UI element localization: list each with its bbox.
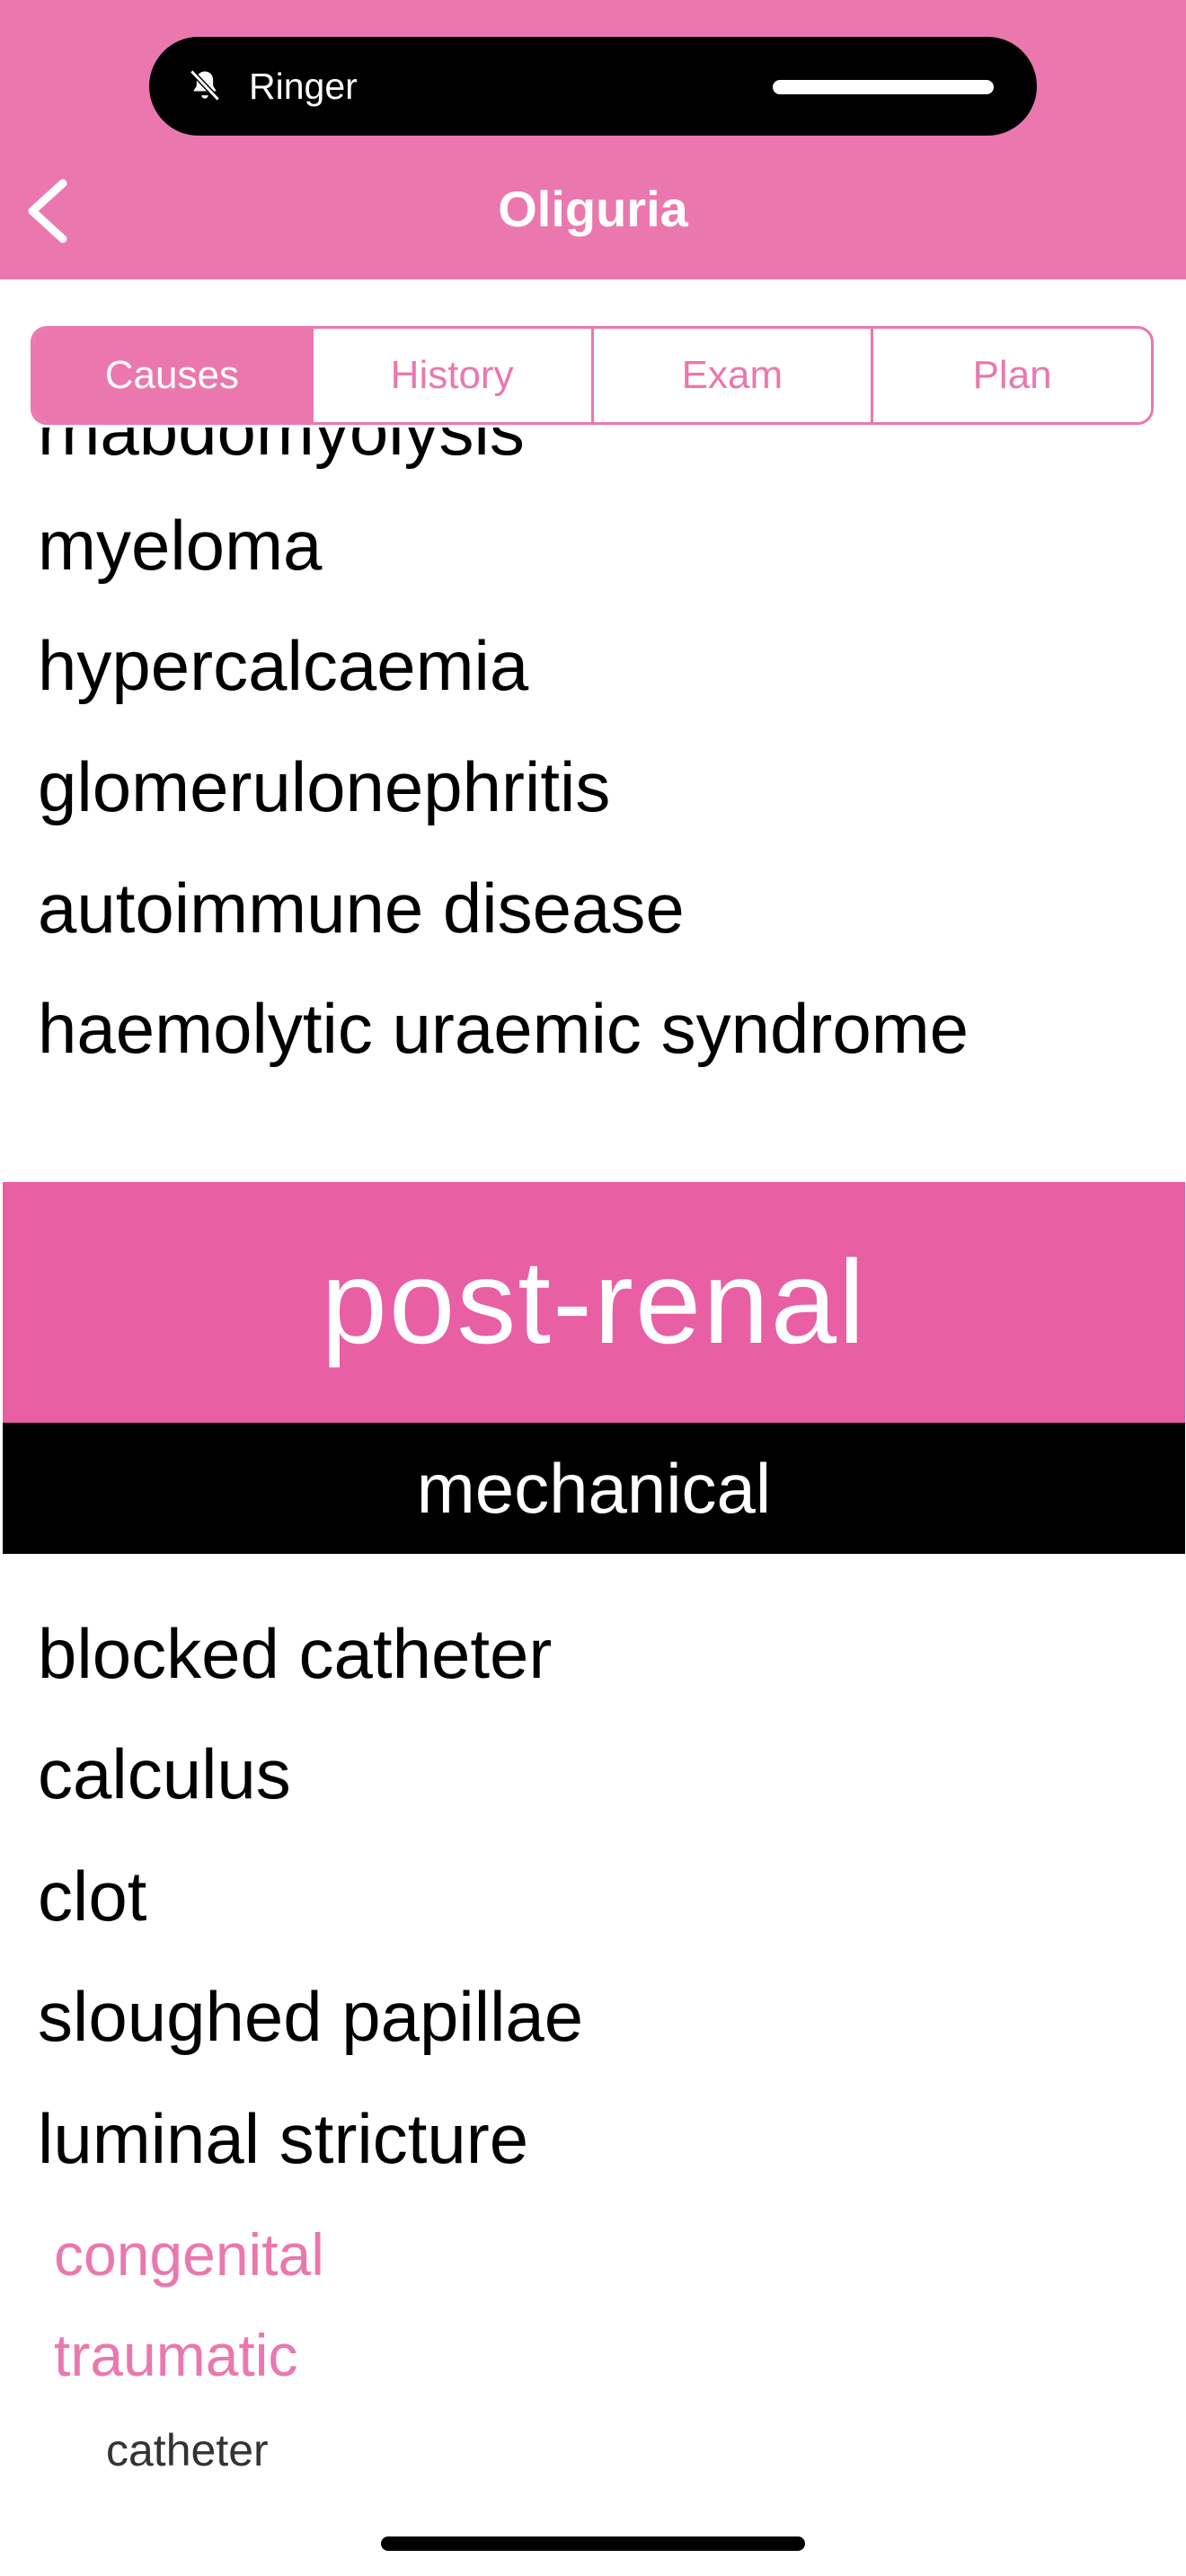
subsection-header-mechanical: mechanical [3, 1423, 1185, 1554]
list-item: autoimmune disease [38, 869, 685, 948]
section-title: post-renal [321, 1236, 867, 1368]
list-item: calculus [38, 1734, 291, 1813]
causes-list[interactable]: rhabdomyolysis myeloma hypercalcaemia gl… [0, 428, 1186, 2466]
list-item: luminal stricture [38, 2099, 529, 2178]
volume-bar [773, 80, 994, 94]
tab-history[interactable]: History [314, 329, 594, 422]
page-title: Oliguria [498, 181, 688, 237]
home-indicator[interactable] [381, 2536, 805, 2551]
list-item: blocked catheter [38, 1614, 553, 1693]
segmented-tabs: Causes History Exam Plan [31, 326, 1154, 425]
list-item: myeloma [38, 506, 323, 585]
bell-slash-icon [190, 69, 220, 101]
tab-plan[interactable]: Plan [873, 329, 1151, 422]
ringer-status-pill: Ringer [149, 37, 1037, 136]
tab-exam[interactable]: Exam [594, 329, 874, 422]
screen: Ringer Oliguria Causes History Exam Plan… [0, 0, 1186, 2576]
ringer-label: Ringer [249, 66, 358, 107]
list-item: clot [38, 1857, 147, 1936]
list-item: rhabdomyolysis [38, 428, 525, 470]
section-header-post-renal: post-renal [3, 1182, 1185, 1423]
sub-list-item: traumatic [54, 2322, 298, 2388]
list-item: hypercalcaemia [38, 626, 529, 705]
list-item: glomerulonephritis [38, 747, 611, 826]
sub-sub-list-item: catheter [106, 2425, 269, 2466]
sub-list-item: congenital [54, 2221, 324, 2288]
tab-causes[interactable]: Causes [33, 329, 314, 422]
list-item: haemolytic uraemic syndrome [38, 989, 969, 1068]
nav-header: Ringer Oliguria [0, 0, 1186, 279]
list-item: sloughed papillae [38, 1977, 584, 2056]
